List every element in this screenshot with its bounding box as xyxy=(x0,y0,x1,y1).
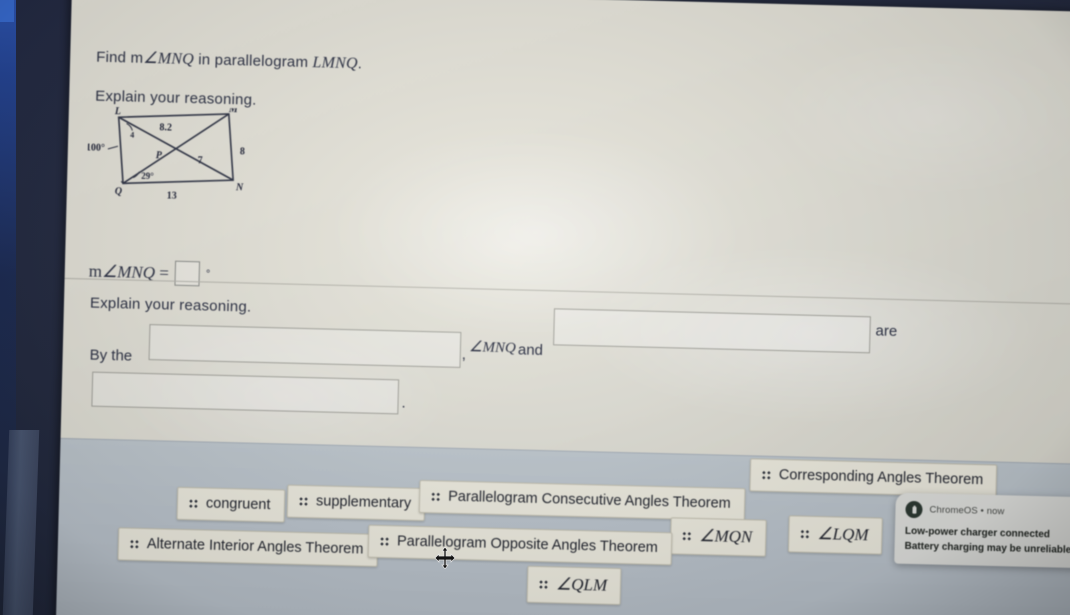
reasoning-dropzone-1[interactable] xyxy=(148,324,462,368)
battery-power-icon xyxy=(905,500,923,519)
prompt-end: . xyxy=(357,55,363,73)
photo-of-screen: Find m∠MNQ in parallelogram LMNQ. Explai… xyxy=(0,0,1070,615)
bezel-top-notch xyxy=(0,0,14,22)
answer-equation-row: m∠MNQ = ° xyxy=(88,259,210,287)
chip-label: supplementary xyxy=(315,493,412,512)
chip-label: Parallelogram Consecutive Angles Theorem xyxy=(447,488,731,512)
chip-label: Alternate Interior Angles Theorem xyxy=(146,536,364,558)
chip-label: ∠QLM xyxy=(555,574,608,595)
prompt-suffix: in parallelogram xyxy=(193,51,313,72)
text-by-the: By the xyxy=(89,346,133,365)
text-comma: , xyxy=(461,345,467,364)
reasoning-dropzone-3[interactable] xyxy=(91,371,400,415)
chip-angle-mqn[interactable]: ∠MQN xyxy=(669,517,767,557)
svg-text:100°: 100° xyxy=(86,142,105,153)
drag-handle-icon[interactable] xyxy=(431,491,441,501)
svg-text:8.2: 8.2 xyxy=(159,122,172,133)
chip-angle-qlm[interactable]: ∠QLM xyxy=(526,565,622,606)
svg-text:N: N xyxy=(235,182,244,193)
chromeos-notification-toast[interactable]: ChromeOS • now Low-power charger connect… xyxy=(894,492,1070,569)
chip-supplementary[interactable]: supplementary xyxy=(286,484,426,522)
text-period: . xyxy=(401,394,406,412)
svg-text:P: P xyxy=(156,150,163,161)
chip-label: Corresponding Angles Theorem xyxy=(778,467,984,489)
chip-parallelogram-opposite-angles-theorem[interactable]: Parallelogram Opposite Angles Theorem xyxy=(367,524,673,566)
svg-text:13: 13 xyxy=(167,190,177,201)
chip-congruent[interactable]: congruent xyxy=(176,486,285,523)
parallelogram-svg: L M N Q 8.2 7 8 13 4 100° 29° P xyxy=(86,104,245,201)
chip-label: ∠LQM xyxy=(817,524,869,545)
toast-header: ChromeOS • now xyxy=(905,500,1070,522)
svg-text:4: 4 xyxy=(130,131,134,140)
text-are: are xyxy=(875,322,898,340)
question-work-area: Find m∠MNQ in parallelogram LMNQ. Explai… xyxy=(60,0,1070,490)
text-and: and xyxy=(517,341,544,360)
chip-angle-lqm[interactable]: ∠LQM xyxy=(787,515,883,555)
toast-source: ChromeOS • now xyxy=(929,504,1005,518)
drag-handle-icon[interactable] xyxy=(538,579,549,589)
text-angle-mnq: ∠MNQ xyxy=(468,339,516,357)
svg-text:29°: 29° xyxy=(141,171,154,181)
chip-parallelogram-consecutive-angles-theorem[interactable]: Parallelogram Consecutive Angles Theorem xyxy=(418,479,746,522)
drag-handle-icon[interactable] xyxy=(761,470,771,480)
explain-your-reasoning-2: Explain your reasoning. xyxy=(89,294,252,316)
reasoning-dropzone-2[interactable] xyxy=(553,308,871,354)
answer-blank-input[interactable] xyxy=(174,260,201,287)
prompt-figure-lmnq: LMNQ xyxy=(312,54,359,73)
drag-handle-icon[interactable] xyxy=(682,531,692,541)
chip-label: ∠MQN xyxy=(699,526,753,547)
svg-text:8: 8 xyxy=(240,146,245,157)
chip-alternate-interior-angles-theorem[interactable]: Alternate Interior Angles Theorem xyxy=(117,527,378,567)
drag-handle-icon[interactable] xyxy=(379,536,390,546)
svg-text:7: 7 xyxy=(197,155,202,166)
drag-handle-icon[interactable] xyxy=(800,529,810,539)
chip-label: Parallelogram Opposite Angles Theorem xyxy=(396,533,659,557)
parallelogram-figure: L M N Q 8.2 7 8 13 4 100° 29° P xyxy=(86,104,278,209)
chip-corresponding-angles-theorem[interactable]: Corresponding Angles Theorem xyxy=(749,458,998,498)
svg-text:L: L xyxy=(114,106,121,117)
question-prompt: Find m∠MNQ in parallelogram LMNQ. xyxy=(96,47,362,74)
battery-glyph xyxy=(911,505,917,514)
svg-text:Q: Q xyxy=(115,186,123,197)
prompt-angle-mnq: ∠MNQ xyxy=(143,49,195,69)
degree-symbol: ° xyxy=(205,267,211,281)
drag-handle-icon[interactable] xyxy=(188,498,199,508)
drag-handle-icon[interactable] xyxy=(129,539,140,549)
chip-label: congruent xyxy=(205,495,271,514)
drag-handle-icon[interactable] xyxy=(298,496,309,506)
prompt-prefix: Find m xyxy=(95,48,144,67)
